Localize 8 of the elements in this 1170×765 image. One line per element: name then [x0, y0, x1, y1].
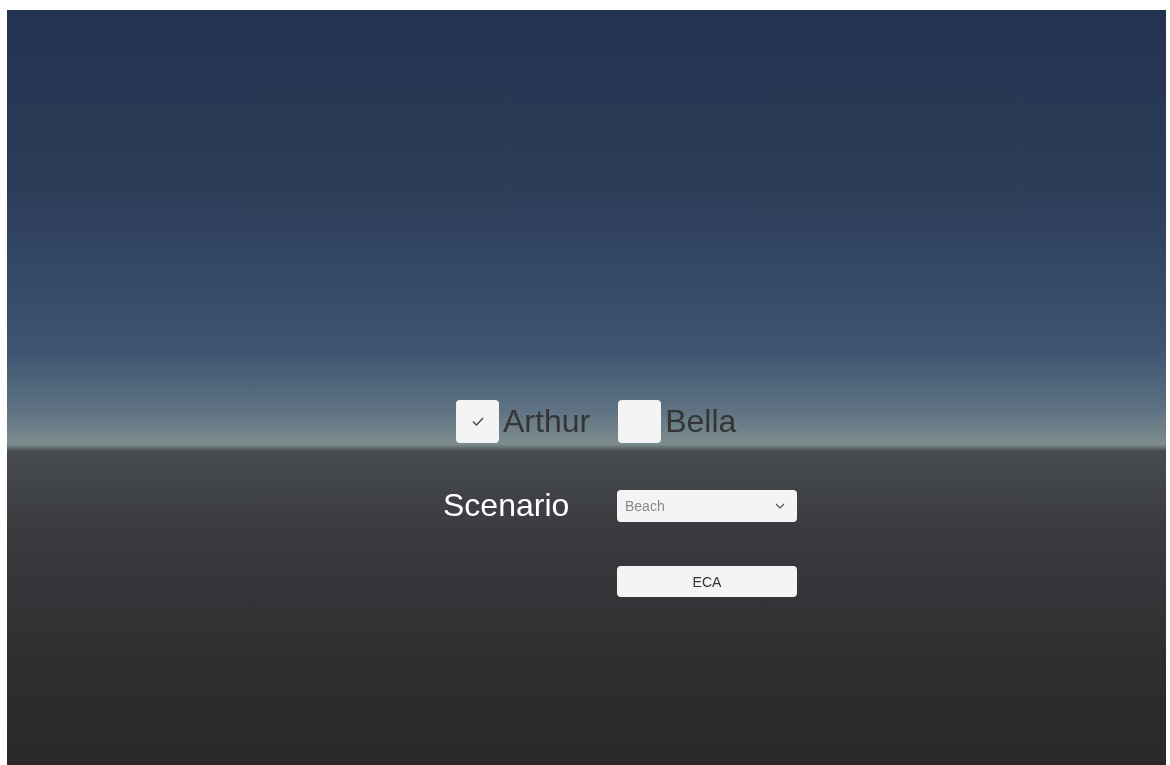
checkbox[interactable]	[618, 400, 662, 443]
checkbox-label: Arthur	[503, 403, 591, 440]
scenario-label: Scenario	[443, 487, 571, 524]
checkbox[interactable]	[456, 400, 499, 443]
checkbox-label: Bella	[665, 403, 737, 440]
check-icon	[471, 417, 484, 426]
eca-button[interactable]: ECA	[617, 566, 797, 597]
caret-icon	[775, 502, 785, 509]
